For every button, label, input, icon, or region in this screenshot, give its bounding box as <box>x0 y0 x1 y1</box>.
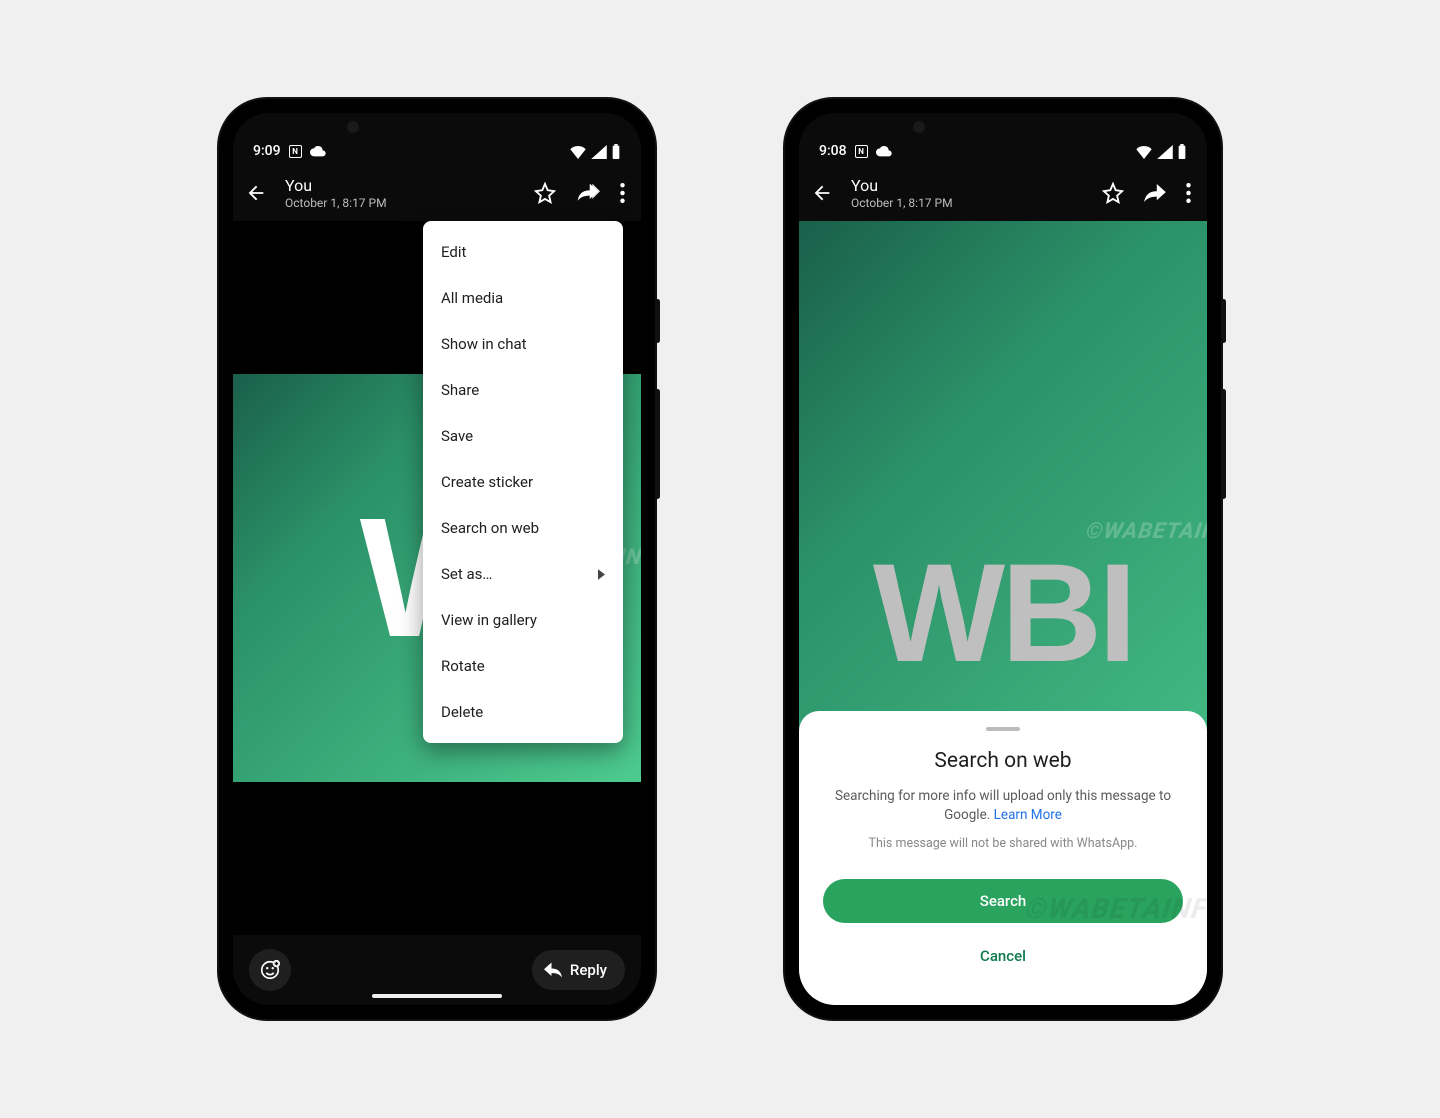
menu-item-all-media[interactable]: All media <box>423 275 623 321</box>
screen: 9:08 N You October 1, 8:17 PM <box>799 113 1207 1005</box>
battery-icon <box>1177 144 1187 159</box>
forward-button[interactable] <box>576 183 600 203</box>
menu-item-show-in-chat[interactable]: Show in chat <box>423 321 623 367</box>
phone-side-button <box>655 389 660 499</box>
app-bar: You October 1, 8:17 PM <box>233 165 641 221</box>
signal-icon <box>1157 145 1173 159</box>
back-button[interactable] <box>811 182 833 204</box>
battery-icon <box>611 144 621 159</box>
header-title: You <box>851 176 1084 195</box>
forward-button[interactable] <box>1144 184 1166 202</box>
status-time: 9:09 <box>253 143 281 159</box>
screen: 9:09 N You October 1, 8:17 PM <box>233 113 641 1005</box>
wifi-icon <box>1135 145 1153 159</box>
menu-item-view-in-gallery[interactable]: View in gallery <box>423 597 623 643</box>
star-button[interactable] <box>534 182 556 204</box>
phone-side-button <box>655 299 660 343</box>
sheet-handle[interactable] <box>986 727 1020 731</box>
status-time: 9:08 <box>819 143 847 159</box>
more-menu-button[interactable] <box>1186 183 1191 203</box>
context-menu: Edit All media Show in chat Share Save C… <box>423 221 623 743</box>
bottom-sheet: Search on web Searching for more info wi… <box>799 711 1207 1005</box>
wifi-icon <box>569 145 587 159</box>
cloud-icon <box>876 145 892 157</box>
app-bar: You October 1, 8:17 PM <box>799 165 1207 221</box>
reply-button[interactable]: Reply <box>532 950 625 990</box>
menu-item-save[interactable]: Save <box>423 413 623 459</box>
header-subtitle: October 1, 8:17 PM <box>285 196 516 210</box>
emoji-button[interactable] <box>249 949 291 991</box>
learn-more-link[interactable]: Learn More <box>994 807 1062 823</box>
chevron-right-icon <box>598 569 605 580</box>
sheet-note: This message will not be shared with Wha… <box>823 836 1183 851</box>
menu-item-share[interactable]: Share <box>423 367 623 413</box>
phone-mock-left: 9:09 N You October 1, 8:17 PM <box>219 99 655 1019</box>
phone-mock-right: 9:08 N You October 1, 8:17 PM <box>785 99 1221 1019</box>
notification-icon: N <box>289 145 302 158</box>
header-subtitle: October 1, 8:17 PM <box>851 196 1084 210</box>
search-button[interactable]: Search <box>823 879 1183 923</box>
sheet-title: Search on web <box>823 749 1183 773</box>
signal-icon <box>591 145 607 159</box>
reply-label: Reply <box>570 961 607 979</box>
menu-item-delete[interactable]: Delete <box>423 689 623 735</box>
star-button[interactable] <box>1102 182 1124 204</box>
phone-side-button <box>1221 299 1226 343</box>
menu-item-edit[interactable]: Edit <box>423 229 623 275</box>
cloud-icon <box>310 145 326 157</box>
status-bar: 9:09 N <box>233 113 641 165</box>
back-button[interactable] <box>245 182 267 204</box>
header-title: You <box>285 176 516 195</box>
more-menu-button[interactable] <box>620 183 625 203</box>
menu-item-create-sticker[interactable]: Create sticker <box>423 459 623 505</box>
phone-side-button <box>1221 389 1226 499</box>
status-bar: 9:08 N <box>799 113 1207 165</box>
menu-item-search-on-web[interactable]: Search on web <box>423 505 623 551</box>
image-logo: WBI <box>873 532 1133 694</box>
sheet-body: Searching for more info will upload only… <box>823 787 1183 826</box>
menu-item-set-as[interactable]: Set as… <box>423 551 623 597</box>
cancel-button[interactable]: Cancel <box>823 939 1183 973</box>
notification-icon: N <box>855 145 868 158</box>
nav-indicator <box>372 994 502 998</box>
menu-item-rotate[interactable]: Rotate <box>423 643 623 689</box>
